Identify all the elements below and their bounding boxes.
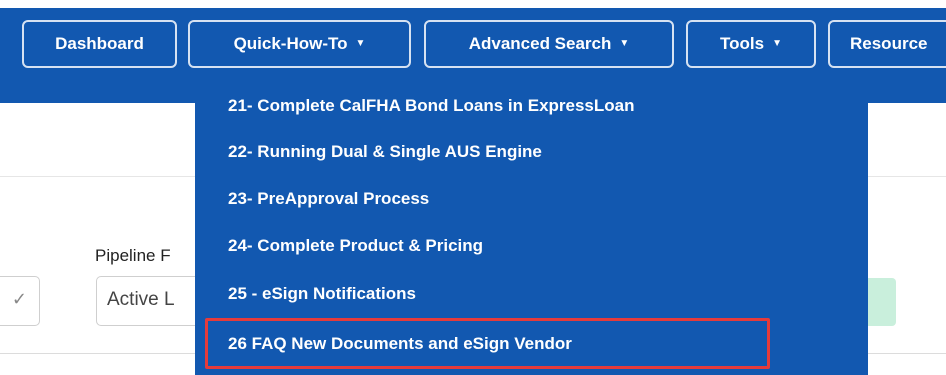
chevron-down-icon: ✓ (11, 289, 27, 309)
pipeline-filter-label: Pipeline F (95, 246, 171, 265)
menu-item-faq-new-documents[interactable]: 26 FAQ New Documents and eSign Vendor (205, 318, 770, 369)
cropped-header-text (0, 0, 946, 8)
menu-item-esign-notifications[interactable]: 25 - eSign Notifications (205, 273, 855, 315)
menu-item-preapproval-process[interactable]: 23- PreApproval Process (205, 178, 855, 220)
tools-button[interactable]: Tools ▼ (686, 20, 816, 68)
caret-down-icon: ▼ (619, 37, 630, 49)
caret-down-icon: ▼ (772, 37, 782, 49)
quick-how-to-label: Quick-How-To (233, 34, 348, 53)
menu-item-product-pricing[interactable]: 24- Complete Product & Pricing (205, 225, 855, 267)
caret-down-icon: ▼ (355, 37, 366, 49)
advanced-search-button[interactable]: Advanced Search ▼ (424, 20, 674, 68)
dashboard-label: Dashboard (55, 34, 144, 53)
menu-item-dual-single-aus[interactable]: 22- Running Dual & Single AUS Engine (205, 131, 855, 173)
left-select-field[interactable]: ✓ (0, 276, 40, 326)
dashboard-button[interactable]: Dashboard (22, 20, 177, 68)
quick-how-to-button[interactable]: Quick-How-To ▼ (188, 20, 411, 68)
resources-button[interactable]: Resource (828, 20, 946, 68)
tools-label: Tools (720, 34, 765, 53)
menu-item-calfha-bond-loans[interactable]: 21- Complete CalFHA Bond Loans in Expres… (205, 85, 855, 127)
quick-how-to-menu: 21- Complete CalFHA Bond Loans in Expres… (195, 77, 868, 375)
advanced-search-label: Advanced Search (468, 34, 612, 53)
resources-label: Resource (850, 34, 928, 53)
